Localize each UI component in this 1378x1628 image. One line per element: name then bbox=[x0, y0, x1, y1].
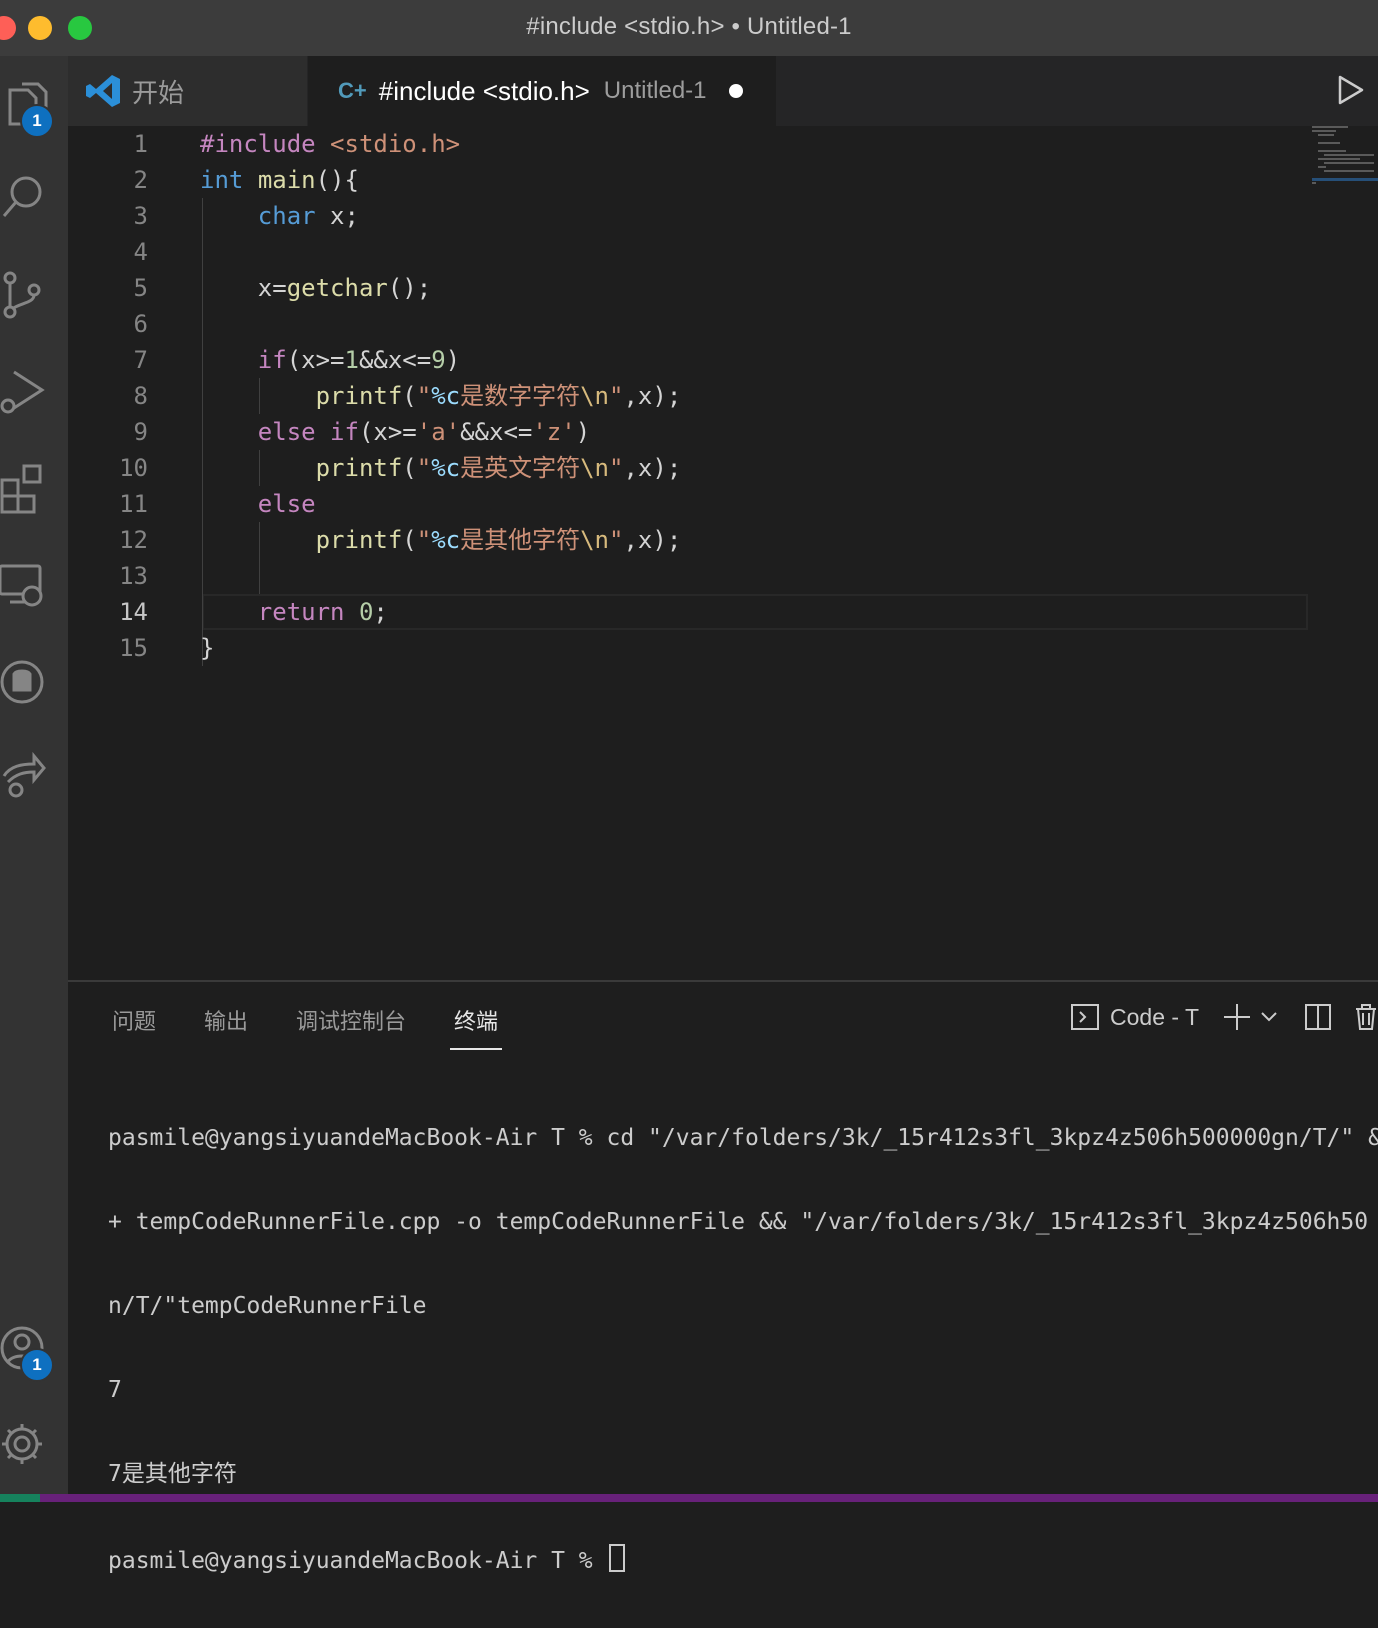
active-tab-indicator bbox=[450, 1048, 502, 1050]
code-text: if(x>=1&&x<=9) bbox=[257, 346, 461, 374]
line-number: 3 bbox=[133, 202, 148, 230]
code-line[interactable]: 3 char x; bbox=[68, 198, 1304, 234]
tab-active-label: #include <stdio.h> bbox=[378, 75, 590, 106]
code-line[interactable]: 8 printf("%c是数字字符\n",x); bbox=[68, 378, 1304, 414]
cpp-file-icon: C+ bbox=[338, 78, 367, 103]
terminal-line: + tempCodeRunnerFile.cpp -o tempCodeRunn… bbox=[108, 1209, 1369, 1235]
remote-explorer-icon[interactable] bbox=[0, 558, 60, 618]
tab-welcome-label: 开始 bbox=[132, 77, 185, 108]
line-number: 7 bbox=[133, 346, 148, 374]
code-text: else bbox=[257, 490, 316, 518]
tab-welcome[interactable]: 开始 bbox=[68, 56, 308, 126]
bottom-panel: 问题 输出 调试控制台 终端 Code - T pasmile@yangsiyu… bbox=[68, 980, 1378, 1574]
new-terminal-plus-icon[interactable] bbox=[1222, 1002, 1252, 1037]
terminal-cursor bbox=[608, 1544, 625, 1572]
line-number: 10 bbox=[119, 454, 148, 482]
title-bar: #include <stdio.h> • Untitled-1 bbox=[0, 0, 1378, 57]
line-number: 11 bbox=[119, 490, 148, 518]
code-text: printf("%c是其他字符\n",x); bbox=[315, 526, 682, 554]
code-editor[interactable]: 1 #include <stdio.h> 2 int main(){ 3 char x;… bbox=[68, 126, 1378, 980]
terminal-output[interactable]: pasmile@yangsiyuandeMacBook-Air T % cd "… bbox=[108, 1068, 1378, 1628]
line-number: 8 bbox=[133, 382, 148, 410]
code-line[interactable]: 10 printf("%c是英文字符\n",x); bbox=[68, 450, 1304, 486]
tab-output[interactable]: 输出 bbox=[204, 1004, 248, 1036]
terminal-line: 7是其他字符 bbox=[108, 1461, 237, 1487]
tab-terminal[interactable]: 终端 bbox=[454, 1004, 498, 1036]
code-line[interactable]: 7 if(x>=1&&x<=9) bbox=[68, 342, 1304, 378]
terminal-prompt-line: pasmile@yangsiyuandeMacBook-Air T % bbox=[108, 1544, 1378, 1574]
code-text: } bbox=[200, 634, 215, 662]
code-line[interactable]: 11 else bbox=[68, 486, 1304, 522]
line-number: 13 bbox=[119, 562, 148, 590]
code-text: return 0; bbox=[257, 598, 388, 626]
search-icon[interactable] bbox=[0, 168, 60, 228]
code-text: char x; bbox=[257, 202, 359, 230]
settings-gear-icon[interactable] bbox=[0, 1414, 60, 1474]
remote-indicator-button[interactable] bbox=[0, 1494, 40, 1502]
code-line[interactable]: 6 bbox=[68, 306, 1304, 342]
code-line[interactable]: 5 x=getchar(); bbox=[68, 270, 1304, 306]
line-number: 14 bbox=[119, 598, 148, 626]
code-text: printf("%c是数字字符\n",x); bbox=[315, 382, 682, 410]
line-number: 2 bbox=[133, 166, 148, 194]
run-code-button[interactable] bbox=[1332, 72, 1368, 108]
split-terminal-icon[interactable] bbox=[1304, 1002, 1332, 1037]
line-number: 5 bbox=[133, 274, 148, 302]
terminal-line: pasmile@yangsiyuandeMacBook-Air T % cd "… bbox=[108, 1125, 1378, 1151]
line-number: 6 bbox=[133, 310, 148, 338]
code-text: #include <stdio.h> bbox=[200, 130, 461, 158]
code-line[interactable]: 9 else if(x>='a'&&x<='z') bbox=[68, 414, 1304, 450]
line-number: 1 bbox=[133, 130, 148, 158]
chevron-down-icon[interactable] bbox=[1260, 1010, 1278, 1029]
code-line[interactable]: 15} bbox=[68, 630, 1304, 666]
tab-problems[interactable]: 问题 bbox=[112, 1004, 156, 1036]
code-line[interactable]: 14 return 0; bbox=[68, 594, 1304, 630]
terminal-line: n/T/"tempCodeRunnerFile bbox=[108, 1293, 427, 1319]
terminal-line: 7 bbox=[108, 1377, 122, 1403]
tab-active-description: Untitled-1 bbox=[603, 77, 707, 104]
activity-bar: 1 1 bbox=[0, 56, 68, 1494]
source-control-icon[interactable] bbox=[0, 266, 60, 326]
extensions-icon[interactable] bbox=[0, 460, 60, 520]
terminal-icon bbox=[1070, 1002, 1100, 1037]
status-bar bbox=[0, 1494, 1378, 1502]
code-line[interactable]: 12 printf("%c是其他字符\n",x); bbox=[68, 522, 1304, 558]
code-text: int main(){ bbox=[200, 166, 359, 194]
code-text: else if(x>='a'&&x<='z') bbox=[257, 418, 591, 446]
github-icon[interactable] bbox=[0, 652, 60, 712]
terminal-prompt: pasmile@yangsiyuandeMacBook-Air T % bbox=[108, 1548, 607, 1574]
code-line[interactable]: 2 int main(){ bbox=[68, 162, 1304, 198]
window-title: #include <stdio.h> • Untitled-1 bbox=[526, 13, 852, 40]
code-line[interactable]: 13 bbox=[68, 558, 1304, 594]
code-text: printf("%c是英文字符\n",x); bbox=[315, 454, 682, 482]
tab-untitled-1[interactable]: C+ #include <stdio.h> Untitled-1 bbox=[308, 56, 776, 126]
code-text: x=getchar(); bbox=[200, 274, 432, 302]
explorer-badge: 1 bbox=[20, 104, 54, 138]
line-number: 12 bbox=[119, 526, 148, 554]
live-share-icon[interactable] bbox=[0, 746, 60, 806]
minimap[interactable] bbox=[1312, 126, 1378, 186]
line-number: 9 bbox=[133, 418, 148, 446]
line-number: 4 bbox=[133, 238, 148, 266]
trash-icon[interactable] bbox=[1354, 1002, 1378, 1037]
unsaved-dot-icon[interactable] bbox=[728, 84, 743, 98]
vscode-logo-icon bbox=[86, 75, 120, 107]
code-line[interactable]: 4 bbox=[68, 234, 1304, 270]
code-line[interactable]: 1 #include <stdio.h> bbox=[68, 126, 1304, 162]
run-debug-icon[interactable] bbox=[0, 362, 60, 422]
editor-tab-bar: 开始 C+ #include <stdio.h> Untitled-1 bbox=[68, 56, 1378, 126]
line-number: 15 bbox=[119, 634, 148, 662]
terminal-selector[interactable]: Code - T bbox=[1110, 1004, 1199, 1031]
accounts-badge: 1 bbox=[20, 1348, 54, 1382]
tab-debug-console[interactable]: 调试控制台 bbox=[296, 1004, 406, 1036]
